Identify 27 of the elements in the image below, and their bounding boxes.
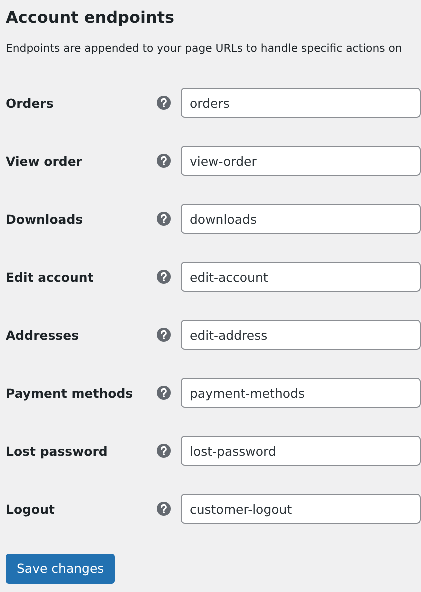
help-icon[interactable] [157, 444, 171, 458]
section-heading: Account endpoints [6, 7, 176, 29]
section-description: Endpoints are appended to your page URLs to handle specific actions on [6, 41, 404, 57]
field-label: Logout [6, 502, 56, 516]
help-icon[interactable] [157, 328, 171, 342]
endpoint-input[interactable]: downloads [181, 204, 421, 234]
field-label: Orders [6, 96, 55, 110]
help-icon[interactable] [157, 386, 171, 400]
endpoint-input[interactable]: payment-methods [181, 378, 421, 408]
help-icon[interactable] [157, 154, 171, 168]
help-icon[interactable] [157, 212, 171, 226]
save-button[interactable]: Save changes [6, 554, 116, 584]
help-icon[interactable] [157, 270, 171, 284]
field-label: Lost password [6, 444, 109, 458]
endpoint-input[interactable]: view-order [181, 146, 421, 176]
field-label: Edit account [6, 270, 95, 284]
field-label: Downloads [6, 212, 84, 226]
endpoint-input[interactable]: orders [181, 88, 421, 118]
help-icon[interactable] [157, 502, 171, 516]
field-label: Addresses [6, 328, 80, 342]
endpoint-input[interactable]: lost-password [181, 436, 421, 466]
field-label: View order [6, 154, 84, 168]
endpoint-input[interactable]: edit-account [181, 262, 421, 292]
help-icon[interactable] [157, 96, 171, 110]
endpoint-input[interactable]: customer-logout [181, 494, 421, 524]
endpoint-input[interactable]: edit-address [181, 320, 421, 350]
field-label: Payment methods [6, 386, 134, 400]
